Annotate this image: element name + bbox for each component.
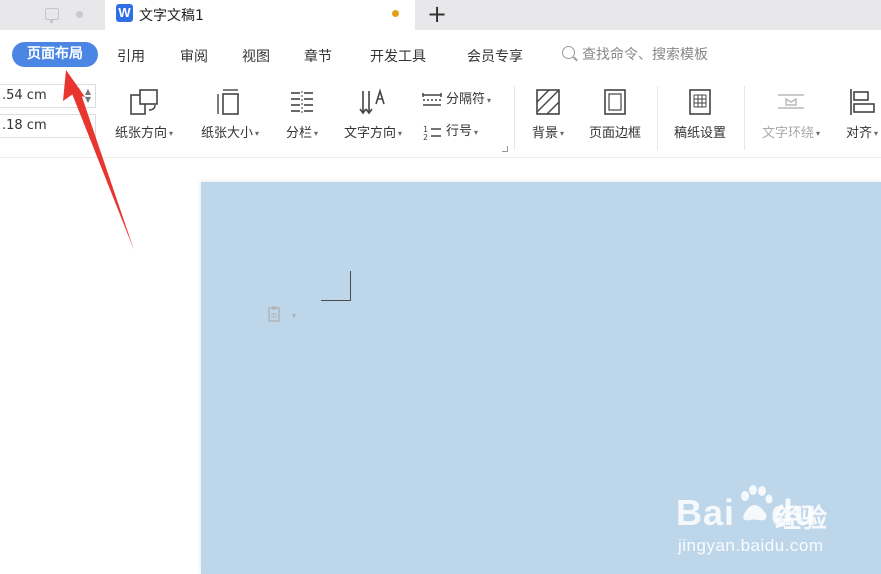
search-placeholder: 查找命令、搜索模板 bbox=[582, 47, 708, 63]
command-search[interactable]: 查找命令、搜索模板 bbox=[562, 44, 742, 66]
menu-view[interactable]: 视图 bbox=[242, 46, 270, 66]
search-icon bbox=[562, 46, 575, 59]
margin-bottom-field[interactable]: .18 cm bbox=[0, 114, 96, 138]
orientation-icon bbox=[130, 89, 158, 115]
menu-review[interactable]: 审阅 bbox=[180, 46, 208, 66]
separator-label: 分隔符 bbox=[446, 92, 486, 107]
margin-top-field[interactable]: .54 cm ▲ ▼ bbox=[0, 84, 96, 108]
background-label: 背景 bbox=[531, 126, 558, 141]
tab-dot-icon bbox=[76, 11, 83, 18]
screen-icon bbox=[45, 8, 59, 23]
baidu-paw-logo-icon bbox=[741, 485, 773, 521]
orientation-button[interactable]: 纸张方向 ▾ bbox=[107, 80, 181, 150]
page-border-icon bbox=[604, 89, 626, 115]
manuscript-button[interactable]: 稿纸设置 bbox=[666, 80, 734, 150]
menu-bar: 页面布局 引用 审阅 视图 章节 开发工具 会员专享 查找命令、搜索模板 bbox=[0, 30, 881, 80]
spinner-icon[interactable]: ▲ ▼ bbox=[85, 88, 91, 104]
columns-icon bbox=[291, 91, 313, 113]
margin-bottom-value: .18 cm bbox=[2, 118, 47, 133]
paste-options-icon[interactable] bbox=[268, 306, 282, 322]
align-left-icon bbox=[850, 89, 875, 115]
menu-references[interactable]: 引用 bbox=[117, 46, 145, 66]
text-direction-button[interactable]: 文字方向 ▾ bbox=[335, 80, 411, 150]
line-number-button[interactable]: 1 2 行号 ▾ bbox=[421, 120, 478, 142]
page-setup-launcher-icon[interactable] bbox=[502, 146, 508, 152]
page-border-label: 页面边框 bbox=[588, 126, 641, 141]
margin-corner-mark bbox=[321, 271, 351, 301]
tab-document[interactable]: W 文字文稿1 bbox=[105, 0, 415, 30]
menu-member[interactable]: 会员专享 bbox=[467, 46, 523, 66]
text-wrap-label: 文字环绕 bbox=[761, 126, 814, 141]
orientation-label: 纸张方向 bbox=[114, 126, 167, 141]
margin-top-value: .54 cm bbox=[2, 88, 47, 103]
text-wrap-icon bbox=[778, 94, 804, 109]
watermark-url: jingyan.baidu.com bbox=[678, 536, 824, 555]
ribbon-toolbar: .54 cm ▲ ▼ .18 cm 纸张方向 ▾ 纸张大小 ▾ 分栏 ▾ 文字方… bbox=[0, 80, 881, 158]
page-border-button[interactable]: 页面边框 bbox=[581, 80, 649, 150]
text-wrap-button[interactable]: 文字环绕 ▾ bbox=[752, 80, 830, 150]
paper-size-button[interactable]: 纸张大小 ▾ bbox=[193, 80, 267, 150]
separator-button[interactable]: 分隔符 ▾ bbox=[421, 88, 491, 108]
text-direction-label: 文字方向 bbox=[343, 126, 396, 141]
menu-page-layout[interactable]: 页面布局 bbox=[12, 42, 98, 67]
background-icon bbox=[536, 89, 560, 115]
text-direction-icon bbox=[359, 88, 385, 115]
align-button[interactable]: 对齐 ▾ bbox=[838, 80, 881, 150]
menu-section[interactable]: 章节 bbox=[304, 46, 332, 66]
tab-bar: W 文字文稿1 + bbox=[0, 0, 881, 30]
divider bbox=[744, 86, 745, 150]
writer-doc-icon: W bbox=[116, 4, 133, 22]
new-tab-button[interactable]: + bbox=[427, 0, 447, 28]
align-label: 对齐 bbox=[845, 126, 872, 141]
columns-button[interactable]: 分栏 ▾ bbox=[277, 80, 327, 150]
watermark-jingyan: 经验 bbox=[775, 504, 828, 534]
tab-home[interactable] bbox=[0, 0, 102, 30]
paste-options-caret-icon[interactable]: ▾ bbox=[292, 311, 296, 320]
page-break-icon bbox=[422, 92, 442, 106]
line-number-icon: 1 2 bbox=[423, 125, 441, 142]
manuscript-grid-icon bbox=[689, 89, 711, 115]
divider bbox=[514, 86, 515, 150]
paper-size-icon bbox=[217, 89, 239, 115]
paper-size-label: 纸张大小 bbox=[200, 126, 253, 141]
line-number-label: 行号 bbox=[446, 124, 473, 139]
divider bbox=[657, 86, 658, 150]
svg-text:2: 2 bbox=[423, 133, 428, 140]
tab-title: 文字文稿1 bbox=[139, 8, 204, 24]
manuscript-label: 稿纸设置 bbox=[673, 126, 726, 141]
unsaved-indicator-icon bbox=[392, 10, 399, 17]
columns-label: 分栏 bbox=[285, 126, 312, 141]
background-button[interactable]: 背景 ▾ bbox=[523, 80, 573, 150]
menu-developer-tools[interactable]: 开发工具 bbox=[370, 46, 426, 66]
